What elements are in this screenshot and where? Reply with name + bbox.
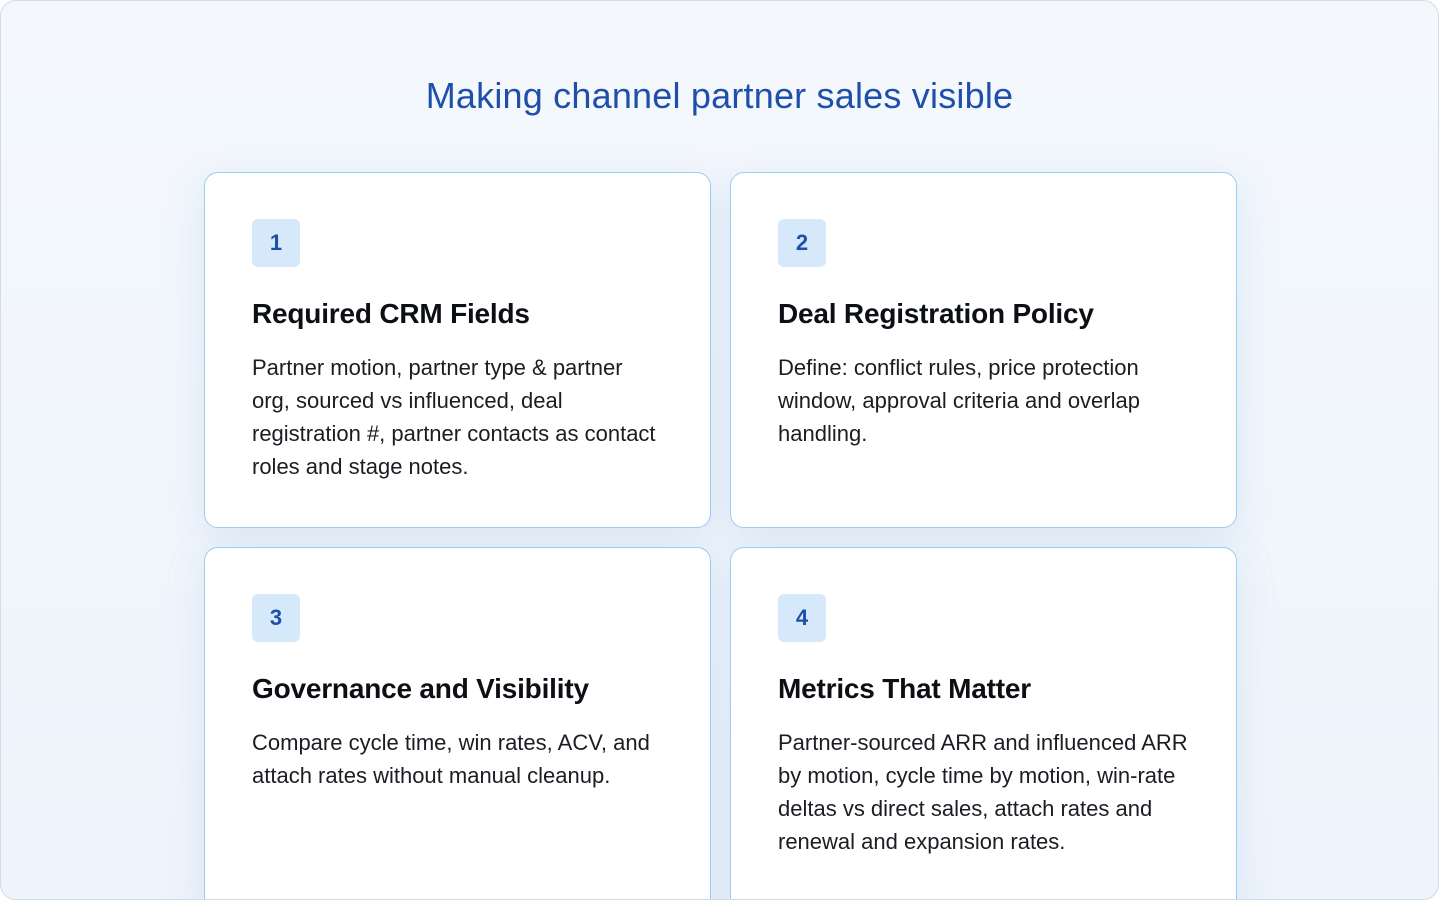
card-title: Metrics That Matter bbox=[778, 673, 1031, 704]
card-title: Deal Registration Policy bbox=[778, 298, 1094, 329]
card-description: Define: conflict rules, price protection… bbox=[778, 355, 1140, 446]
step-number-badge: 1 bbox=[252, 219, 300, 267]
step-number-badge: 3 bbox=[252, 594, 300, 642]
card-title: Required CRM Fields bbox=[252, 298, 530, 329]
page-title: Making channel partner sales visible bbox=[425, 75, 1014, 116]
card-governance-and-visibility: 3 Governance and Visibility Compare cycl… bbox=[204, 547, 711, 899]
step-number-badge: 2 bbox=[778, 219, 826, 267]
slide-frame: Making channel partner sales visible 1 R… bbox=[0, 0, 1439, 900]
card-description: Partner-sourced ARR and influenced ARR b… bbox=[778, 730, 1188, 854]
card-metrics-that-matter: 4 Metrics That Matter Partner-sourced AR… bbox=[730, 547, 1237, 899]
step-number-badge: 4 bbox=[778, 594, 826, 642]
card-required-crm-fields: 1 Required CRM Fields Partner motion, pa… bbox=[204, 172, 711, 528]
card-title: Governance and Visibility bbox=[252, 673, 589, 704]
card-deal-registration-policy: 2 Deal Registration Policy Define: confl… bbox=[730, 172, 1237, 528]
card-description: Partner motion, partner type & partner o… bbox=[252, 355, 656, 479]
card-description: Compare cycle time, win rates, ACV, and … bbox=[252, 730, 650, 788]
